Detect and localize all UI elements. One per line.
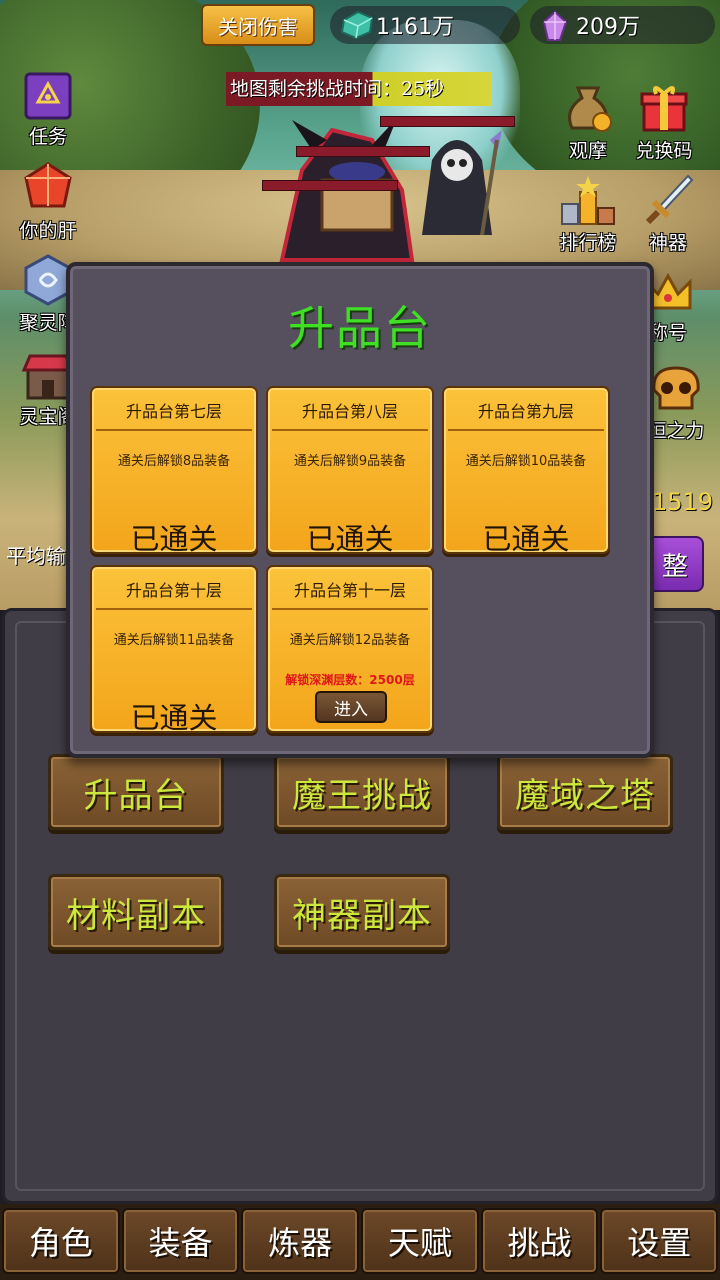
altar-floor-card: 升品台第十一层 通关后解锁12品装备 解锁深渊层数：2500层 进入 xyxy=(266,565,434,733)
quest-label: 任务 xyxy=(28,126,67,148)
demon-king-challenge-button[interactable]: 魔王挑战 xyxy=(274,754,450,830)
floor-status: 已通关 xyxy=(130,701,218,735)
floor-status: 已通关 xyxy=(482,522,570,556)
liver-label: 你的肝 xyxy=(19,220,77,242)
floor-status: 已通关 xyxy=(306,522,394,556)
material-dungeon-button[interactable]: 材料副本 xyxy=(48,874,224,950)
divider xyxy=(448,429,604,431)
floor-status: 已通关 xyxy=(130,522,218,556)
upgrade-altar-button[interactable]: 升品台 xyxy=(48,754,224,830)
unlock-requirement: 解锁深渊层数：2500层 xyxy=(285,673,415,687)
nav-equipment[interactable]: 装备 xyxy=(121,1208,240,1274)
gift-box-icon xyxy=(640,86,688,132)
jade-icon xyxy=(340,10,374,40)
enemy-hp-bar xyxy=(380,116,515,127)
map-timer: 地图剩余挑战时间：25秒 xyxy=(226,72,492,106)
modal-title: 升品台 xyxy=(288,301,432,355)
liver-button[interactable]: 你的肝 xyxy=(0,160,96,243)
upgrade-altar-modal: 升品台 升品台第七层 通关后解锁8品装备 已通关 升品台第八层 通关后解锁9品装… xyxy=(66,262,654,758)
divider xyxy=(96,608,252,610)
average-dps-label: 平均输 xyxy=(6,544,66,568)
crystal-icon xyxy=(542,10,568,41)
divider xyxy=(272,429,428,431)
floor-title: 升品台第七层 xyxy=(125,402,222,421)
nav-character[interactable]: 角色 xyxy=(2,1208,120,1274)
floor-title: 升品台第十一层 xyxy=(293,581,406,600)
divider xyxy=(272,608,428,610)
artifact-button[interactable]: 神器 xyxy=(620,172,716,255)
floor-description: 通关后解锁11品装备 xyxy=(113,633,235,648)
trophy-podium-icon xyxy=(561,176,615,225)
nav-settings[interactable]: 设置 xyxy=(600,1208,719,1274)
reaper-monster-sprite xyxy=(422,130,502,236)
nav-talent[interactable]: 天赋 xyxy=(361,1208,479,1274)
power-value: 1519 xyxy=(652,488,714,516)
floor-title: 升品台第十层 xyxy=(125,581,222,600)
divider xyxy=(96,429,252,431)
enemy-hp-bar xyxy=(296,146,430,157)
floor-title: 升品台第九层 xyxy=(477,402,574,421)
redeem-code-button[interactable]: 兑换码 xyxy=(616,80,712,163)
floor-description: 通关后解锁10品装备 xyxy=(465,454,587,469)
crystal-currency: 209万 xyxy=(530,6,715,44)
sword-icon xyxy=(645,174,694,225)
jade-amount: 1161万 xyxy=(376,15,454,40)
quest-book-icon xyxy=(24,72,72,120)
nav-refine[interactable]: 炼器 xyxy=(241,1208,360,1274)
altar-floor-card[interactable]: 升品台第七层 通关后解锁8品装备 已通关 xyxy=(90,386,258,556)
red-gem-icon xyxy=(24,162,72,208)
floor-description: 通关后解锁9品装备 xyxy=(293,454,407,469)
crystal-amount: 209万 xyxy=(576,15,640,40)
money-bag-icon xyxy=(568,86,612,132)
artifact-dungeon-button[interactable]: 神器副本 xyxy=(274,874,450,950)
floor-description: 通关后解锁12品装备 xyxy=(289,633,411,648)
quest-button[interactable]: 任务 xyxy=(0,70,96,149)
nav-challenge[interactable]: 挑战 xyxy=(480,1208,599,1274)
floor-title: 升品台第八层 xyxy=(301,402,398,421)
demon-tower-button[interactable]: 魔域之塔 xyxy=(497,754,673,830)
close-damage-button[interactable]: 关闭伤害 xyxy=(201,4,315,46)
enter-button[interactable]: 进入 xyxy=(315,691,387,723)
skull-icon xyxy=(652,366,700,410)
altar-floor-card[interactable]: 升品台第十层 通关后解锁11品装备 已通关 xyxy=(90,565,258,735)
enemy-hp-bar xyxy=(262,180,398,191)
altar-floor-card[interactable]: 升品台第八层 通关后解锁9品装备 已通关 xyxy=(266,386,434,556)
floor-description: 通关后解锁8品装备 xyxy=(117,454,231,469)
altar-floor-card[interactable]: 升品台第九层 通关后解锁10品装备 已通关 xyxy=(442,386,610,556)
bottom-nav: 角色 装备 炼器 天赋 挑战 设置 xyxy=(0,1204,720,1280)
redeem-code-label: 兑换码 xyxy=(635,140,693,162)
artifact-label: 神器 xyxy=(648,232,687,254)
jade-currency: 1161万 xyxy=(330,6,520,44)
